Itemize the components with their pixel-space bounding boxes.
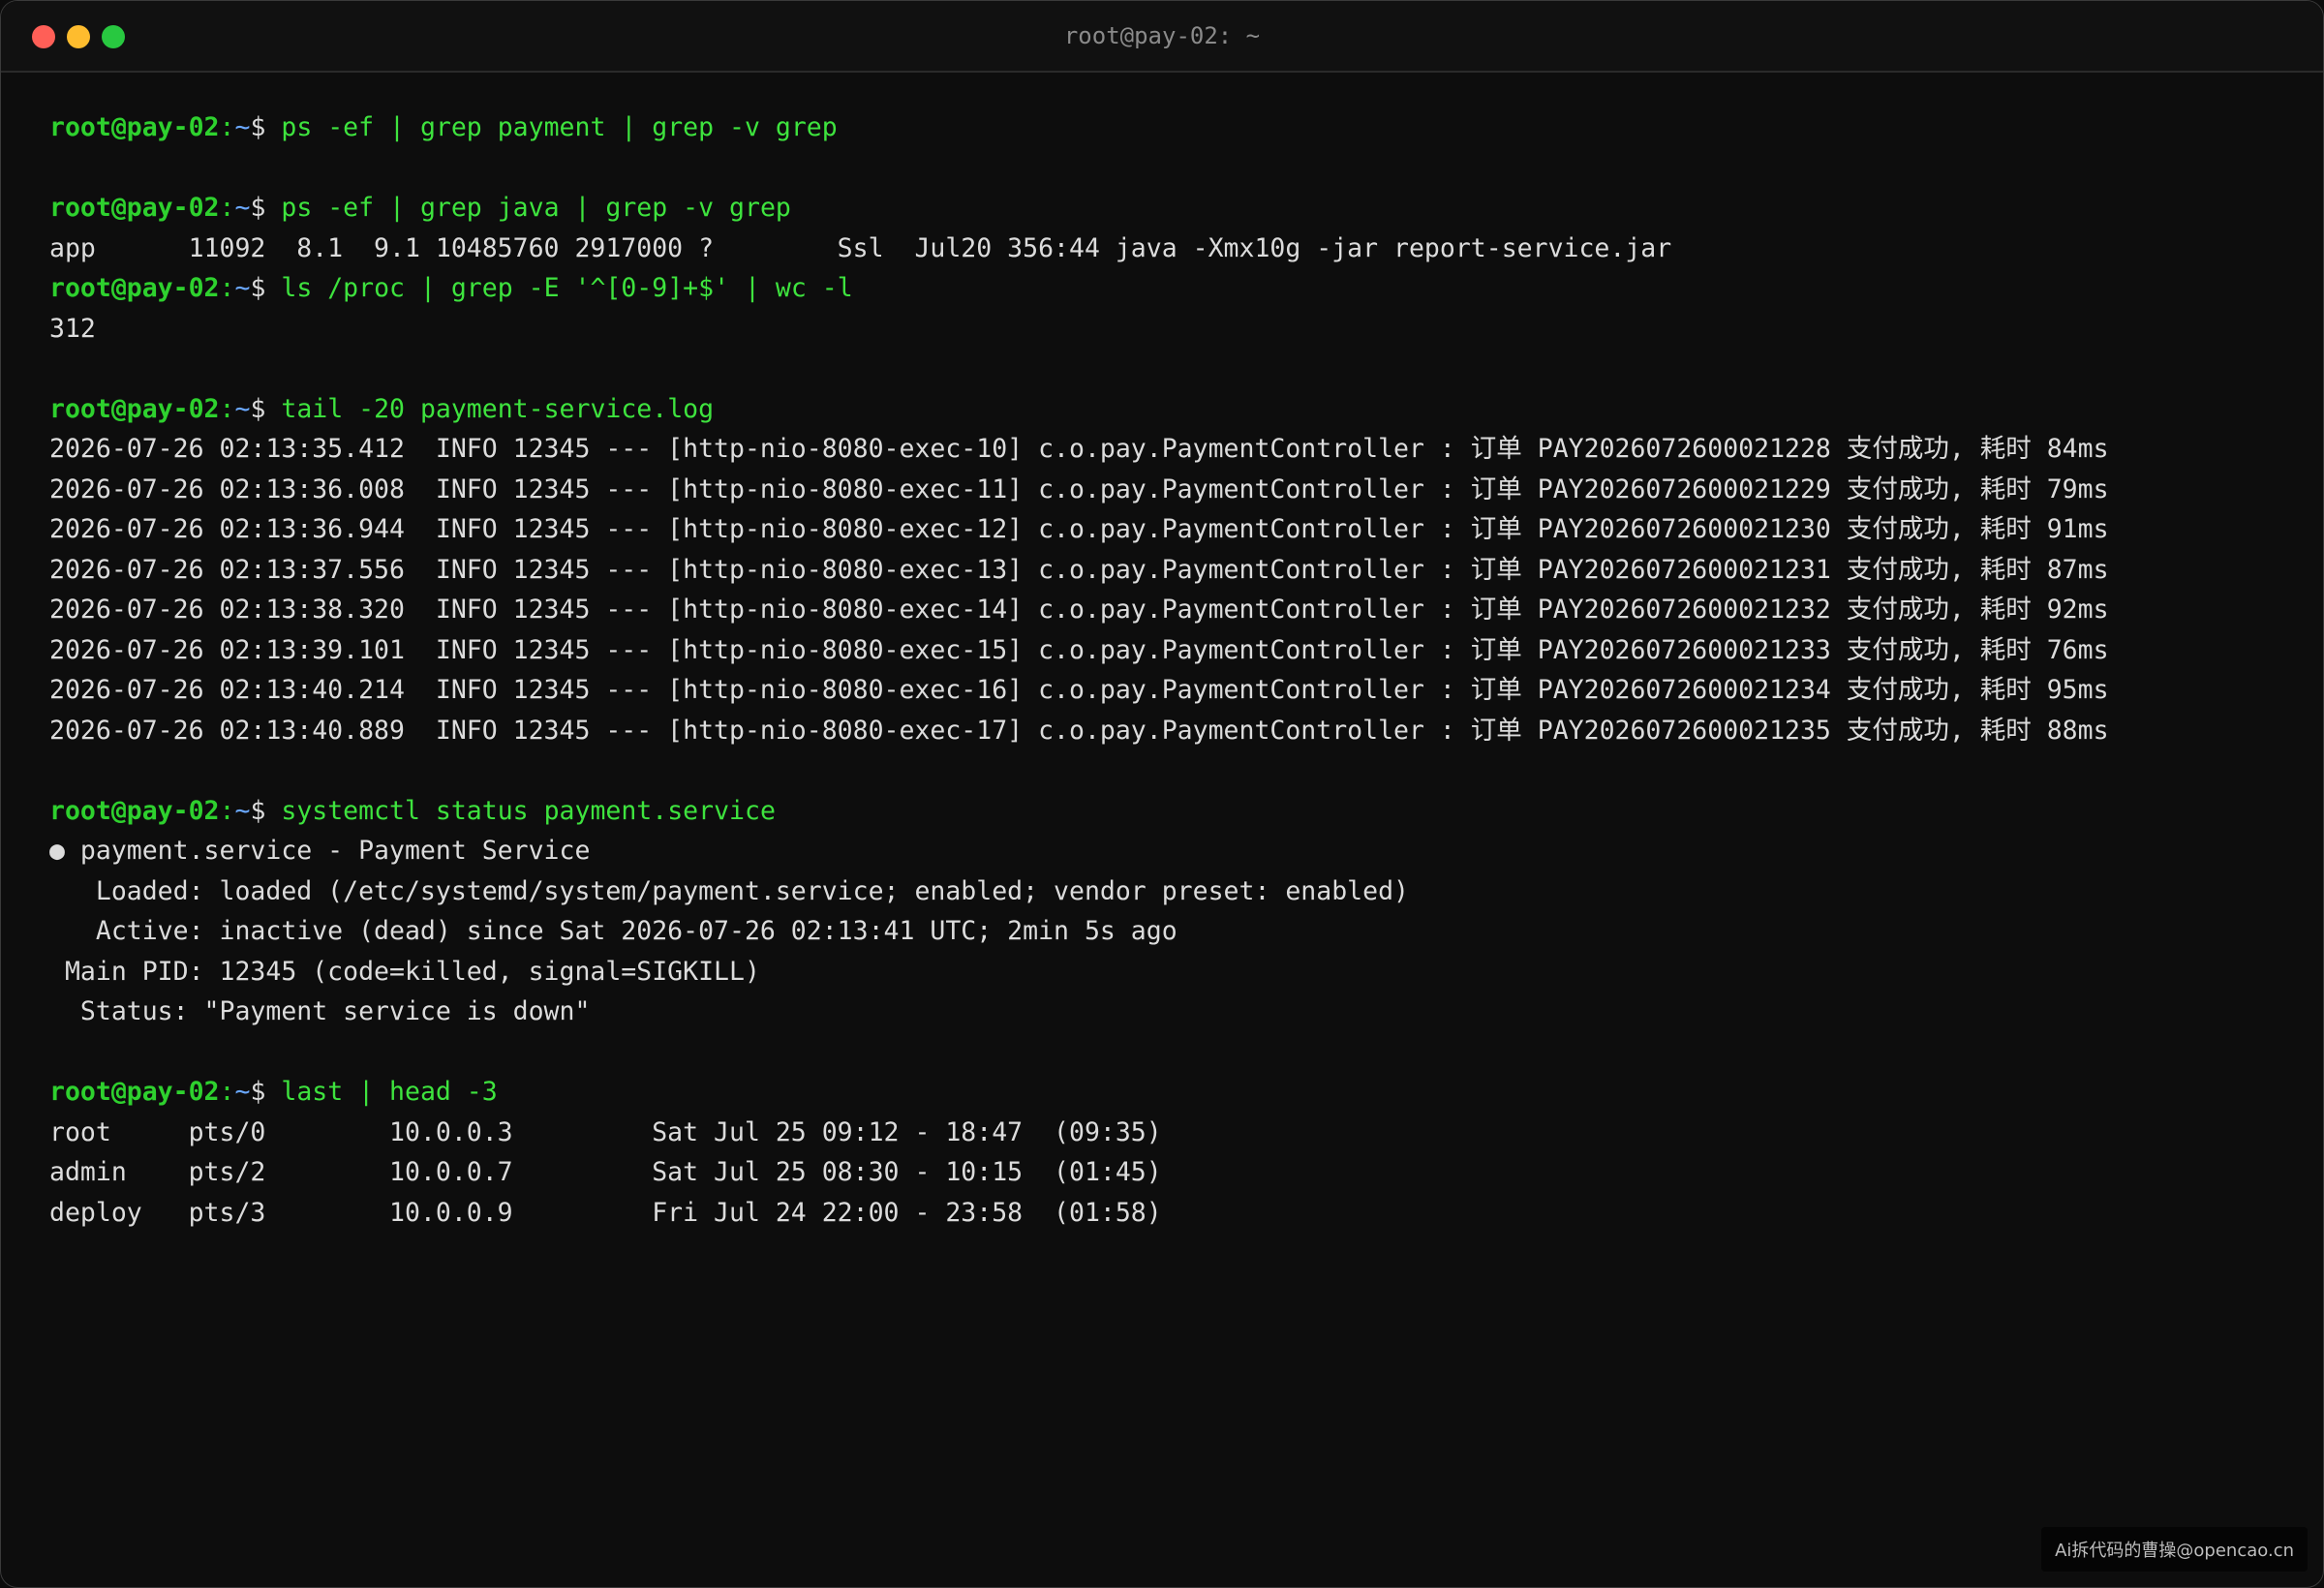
output-line: 2026-07-26 02:13:38.320 INFO 12345 --- […: [49, 595, 2109, 625]
prompt-path: ~: [234, 112, 251, 142]
output-line: 2026-07-26 02:13:37.556 INFO 12345 --- […: [49, 554, 2109, 585]
prompt-separator: :: [219, 795, 235, 826]
terminal-output[interactable]: root@pay-02:~$ ps -ef | grep payment | g…: [49, 107, 2304, 1233]
prompt-separator: :: [219, 193, 235, 223]
command-text: ls /proc | grep -E '^[0-9]+$' | wc -l: [281, 273, 853, 303]
command-line: root@pay-02:~$ ls /proc | grep -E '^[0-9…: [49, 268, 2304, 309]
prompt-dollar: $: [250, 112, 282, 142]
output-line: 312: [49, 313, 96, 344]
output-line: app 11092 8.1 9.1 10485760 2917000 ? Ssl…: [49, 232, 1672, 263]
output-line: 2026-07-26 02:13:39.101 INFO 12345 --- […: [49, 634, 2109, 665]
prompt-path: ~: [234, 1077, 251, 1107]
prompt-dollar: $: [250, 393, 282, 424]
title-bar: root@pay-02: ~: [1, 1, 2323, 73]
output-line: 2026-07-26 02:13:40.214 INFO 12345 --- […: [49, 675, 2109, 705]
output-line: 2026-07-26 02:13:36.008 INFO 12345 --- […: [49, 473, 2109, 504]
prompt-separator: :: [219, 112, 235, 142]
prompt-user-host: root@pay-02: [49, 795, 220, 826]
output-line: 2026-07-26 02:13:40.889 INFO 12345 --- […: [49, 715, 2109, 746]
command-line: root@pay-02:~$ systemctl status payment.…: [49, 791, 2304, 832]
prompt-dollar: $: [250, 795, 282, 826]
terminal-window: root@pay-02: ~ root@pay-02:~$ ps -ef | g…: [0, 0, 2324, 1588]
output-line: Active: inactive (dead) since Sat 2026-0…: [49, 916, 1177, 946]
command-line: root@pay-02:~$ ps -ef | grep payment | g…: [49, 107, 2304, 148]
output-line: root pts/0 10.0.0.3 Sat Jul 25 09:12 - 1…: [49, 1116, 1162, 1147]
window-title: root@pay-02: ~: [1063, 22, 1261, 49]
prompt-path: ~: [234, 193, 251, 223]
prompt-user-host: root@pay-02: [49, 273, 220, 303]
prompt-separator: :: [219, 273, 235, 303]
output-line: admin pts/2 10.0.0.7 Sat Jul 25 08:30 - …: [49, 1157, 1162, 1187]
prompt-dollar: $: [250, 193, 282, 223]
command-text: systemctl status payment.service: [281, 795, 776, 826]
prompt-path: ~: [234, 795, 251, 826]
command-line: root@pay-02:~$ tail -20 payment-service.…: [49, 389, 2304, 430]
prompt-dollar: $: [250, 273, 282, 303]
output-line: Status: "Payment service is down": [49, 996, 591, 1026]
watermark: Ai拆代码的曹操@opencao.cn: [2041, 1527, 2308, 1572]
prompt-user-host: root@pay-02: [49, 193, 220, 223]
prompt-separator: :: [219, 393, 235, 424]
prompt-path: ~: [234, 273, 251, 303]
output-line: 2026-07-26 02:13:36.944 INFO 12345 --- […: [49, 514, 2109, 544]
prompt-user-host: root@pay-02: [49, 393, 220, 424]
command-text: last | head -3: [281, 1077, 498, 1107]
command-text: ps -ef | grep java | grep -v grep: [281, 193, 791, 223]
command-text: tail -20 payment-service.log: [281, 393, 715, 424]
prompt-user-host: root@pay-02: [49, 112, 220, 142]
output-line: 2026-07-26 02:13:35.412 INFO 12345 --- […: [49, 434, 2109, 464]
prompt-path: ~: [234, 393, 251, 424]
command-line: root@pay-02:~$ ps -ef | grep java | grep…: [49, 188, 2304, 229]
command-text: ps -ef | grep payment | grep -v grep: [281, 112, 838, 142]
prompt-dollar: $: [250, 1077, 282, 1107]
command-line: root@pay-02:~$ last | head -3: [49, 1072, 2304, 1113]
output-line: Loaded: loaded (/etc/systemd/system/paym…: [49, 875, 1409, 906]
output-line: ● payment.service - Payment Service: [49, 836, 591, 866]
output-line: deploy pts/3 10.0.0.9 Fri Jul 24 22:00 -…: [49, 1197, 1162, 1228]
output-line: Main PID: 12345 (code=killed, signal=SIG…: [49, 956, 760, 987]
prompt-separator: :: [219, 1077, 235, 1107]
prompt-user-host: root@pay-02: [49, 1077, 220, 1107]
